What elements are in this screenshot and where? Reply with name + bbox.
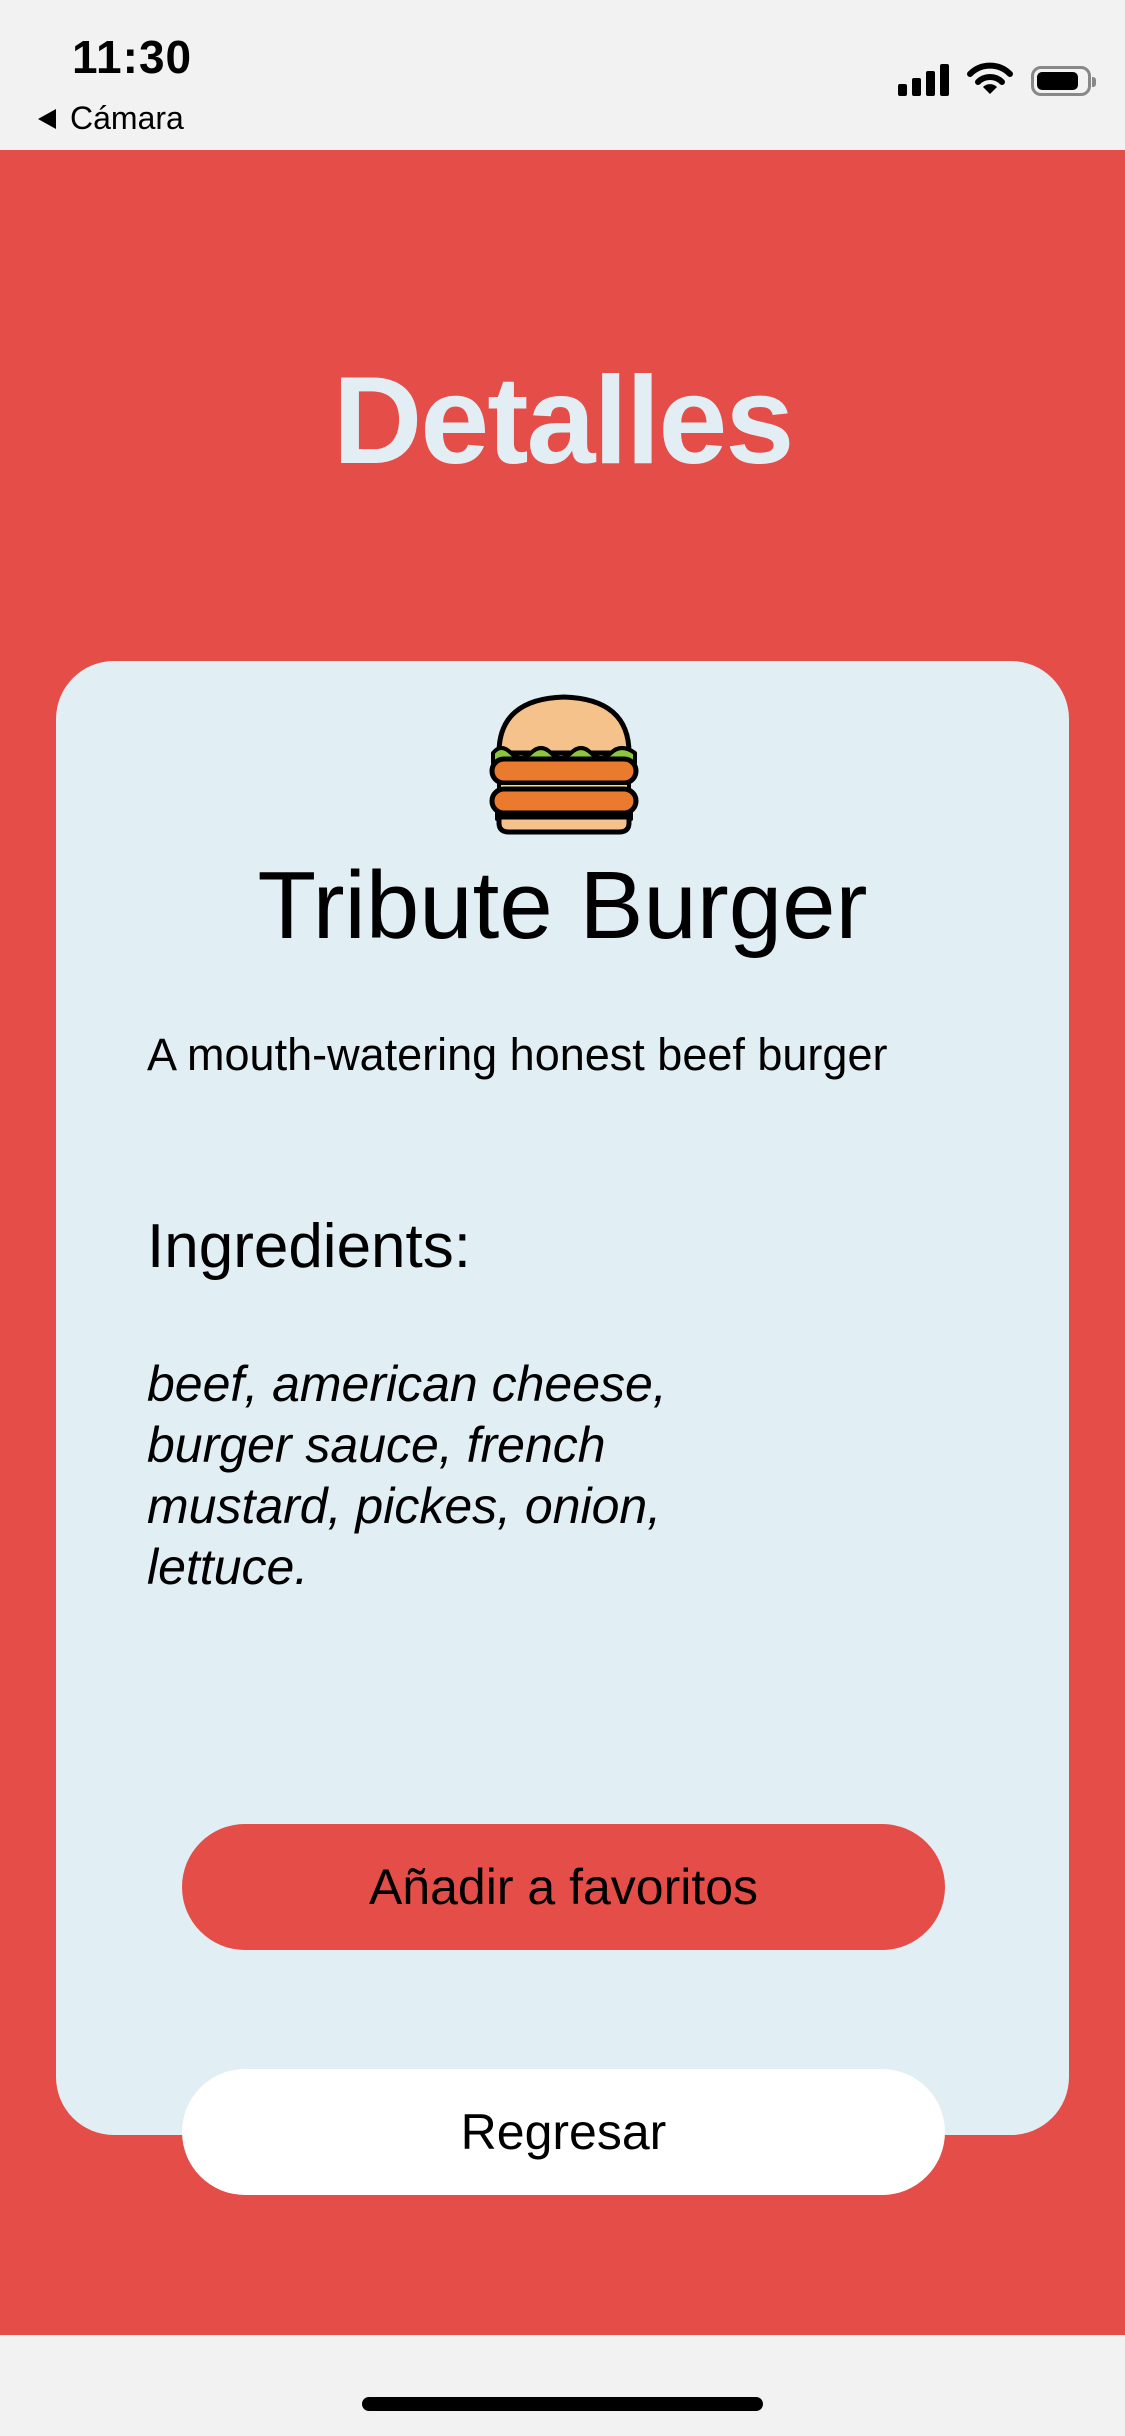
main-content: Detalles Tribute Burger A mouth-watering… [0,150,1125,2335]
home-indicator[interactable] [362,2397,763,2411]
product-card: Tribute Burger A mouth-watering honest b… [56,661,1069,2195]
back-app-label: Cámara [70,100,184,136]
ingredients-list: beef, american cheese, burger sauce, fre… [147,1356,667,1595]
back-button[interactable]: Regresar [182,2069,945,2195]
back-to-app-link[interactable]: Cámara [38,100,184,137]
home-area [0,2335,1125,2436]
wifi-icon [967,62,1013,94]
status-icons [898,62,1096,96]
page-title: Detalles [332,352,795,490]
ingredients-heading: Ingredients: [147,1212,471,1281]
add-to-favorites-button[interactable]: Añadir a favoritos [182,1824,945,1950]
battery-icon [1031,66,1096,96]
cellular-signal-icon [898,62,949,96]
burger-icon [489,694,639,835]
status-time: 11:30 [72,31,193,83]
product-name: Tribute Burger [257,852,868,959]
product-description: A mouth-watering honest beef burger [147,1029,888,1080]
back-triangle-icon [38,108,56,129]
status-bar: 11:30 Cámara [0,0,1125,150]
